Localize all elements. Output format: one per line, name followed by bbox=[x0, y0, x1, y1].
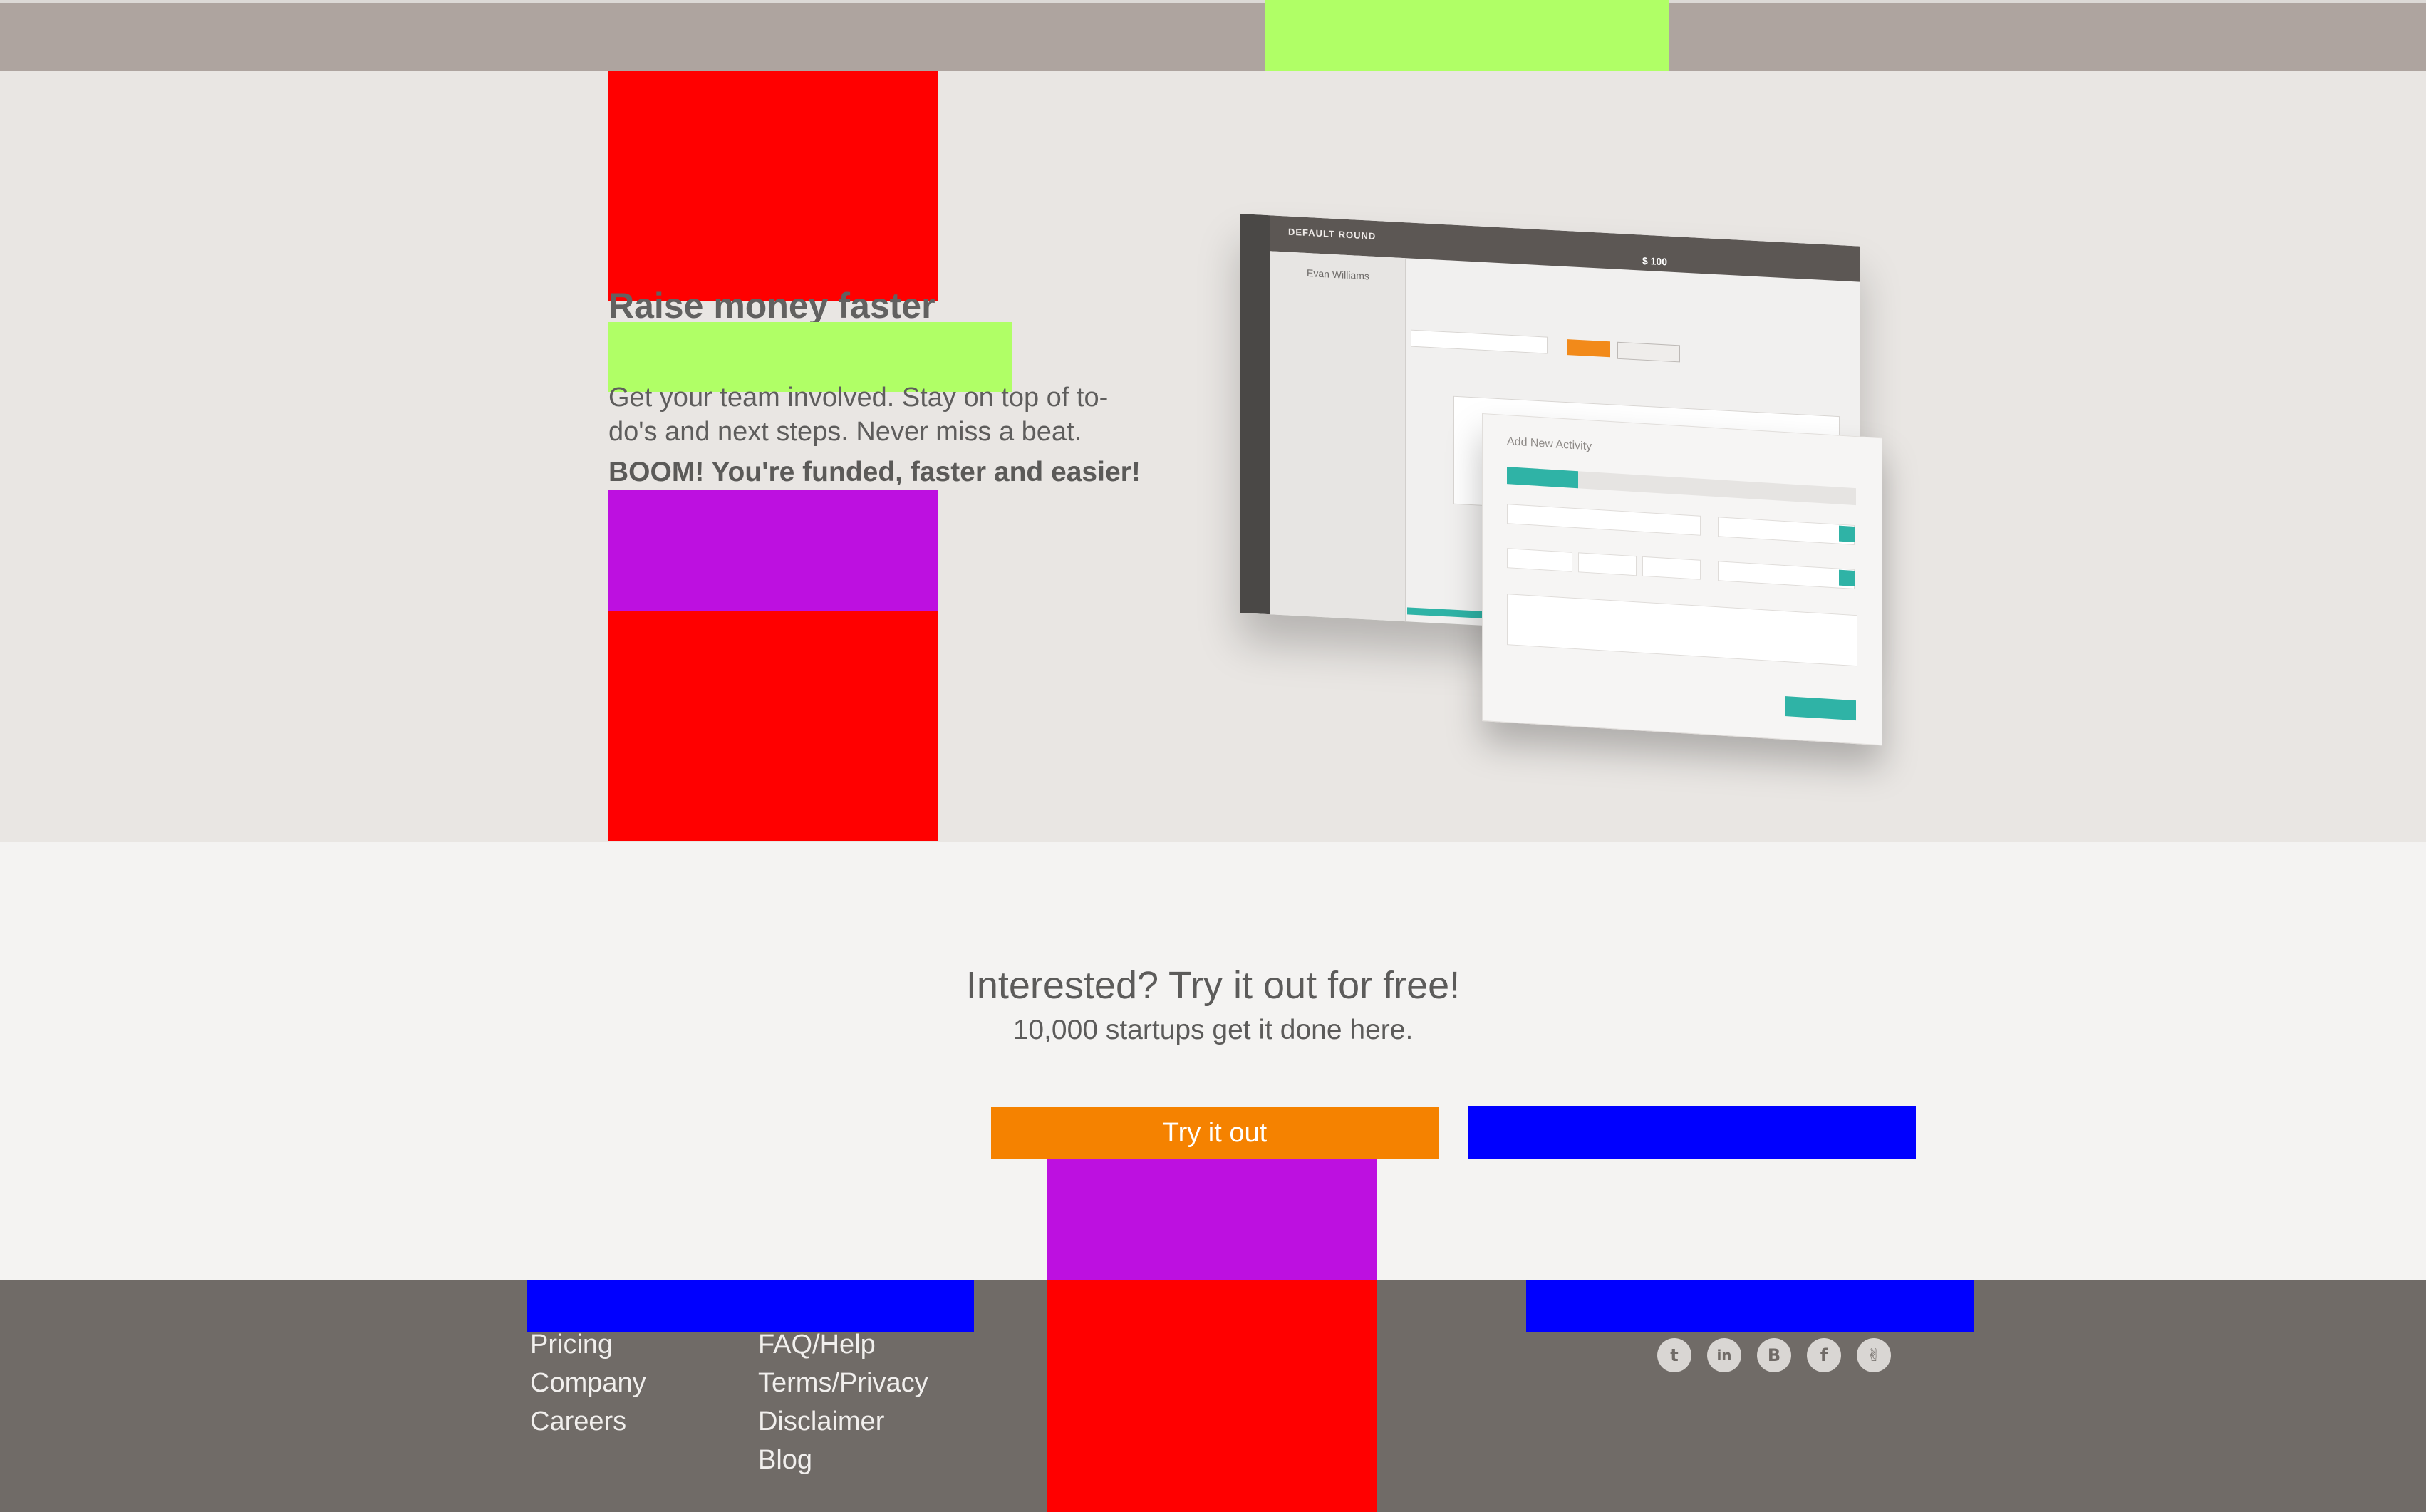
dialog-tab-email bbox=[1507, 467, 1578, 489]
investor-input-mock bbox=[1718, 517, 1855, 545]
footer-column-heading-placeholder bbox=[527, 1280, 974, 1332]
twitter-icon[interactable]: t bbox=[1657, 1338, 1691, 1372]
hero-image-placeholder bbox=[608, 611, 938, 841]
footer-link-terms-privacy[interactable]: Terms/Privacy bbox=[758, 1368, 928, 1399]
try-it-out-button[interactable]: Try it out bbox=[991, 1107, 1439, 1159]
teal-strip bbox=[1407, 607, 1493, 619]
footer-link-pricing[interactable]: Pricing bbox=[530, 1330, 613, 1360]
assignee-input-mock bbox=[1718, 561, 1855, 589]
contact-name: Evan Williams bbox=[1307, 266, 1369, 282]
round-label: DEFAULT ROUND bbox=[1288, 226, 1377, 242]
cta-subtitle: 10,000 startups get it done here. bbox=[1012, 1015, 1414, 1045]
duration-input-mock bbox=[1642, 556, 1701, 580]
delete-button-mock bbox=[1617, 341, 1680, 363]
save-button-mock bbox=[1567, 339, 1610, 358]
cta-secondary-button-placeholder[interactable] bbox=[1468, 1106, 1916, 1159]
hero-tagline: BOOM! You're funded, faster and easier! bbox=[608, 457, 1141, 487]
add-activity-dialog: Add New Activity bbox=[1482, 413, 1882, 746]
cta-media-placeholder bbox=[1047, 1159, 1377, 1280]
amount-label: $ 100 bbox=[1642, 254, 1667, 268]
notes-area-mock bbox=[1507, 594, 1857, 667]
add-activity-button-mock bbox=[1785, 695, 1856, 721]
footer-link-blog[interactable]: Blog bbox=[758, 1445, 812, 1476]
nav-placeholder-block bbox=[1265, 0, 1669, 71]
assignee-select-icon bbox=[1839, 569, 1855, 586]
status-select bbox=[1411, 329, 1548, 354]
app-sidebar bbox=[1240, 214, 1270, 615]
subject-input-mock bbox=[1507, 504, 1701, 536]
footer-social-heading-placeholder bbox=[1526, 1280, 1974, 1332]
contact-panel: Evan Williams bbox=[1270, 251, 1406, 622]
footer-link-careers[interactable]: Careers bbox=[530, 1407, 626, 1437]
dialog-title: Add New Activity bbox=[1507, 435, 1592, 453]
angellist-icon[interactable]: ✌ bbox=[1857, 1338, 1891, 1372]
hero-media-placeholder bbox=[608, 490, 938, 611]
hero-lead-text: Get your team involved. Stay on top of t… bbox=[608, 383, 1109, 447]
date-input-mock bbox=[1507, 548, 1572, 572]
footer-logo-placeholder bbox=[1047, 1280, 1377, 1512]
top-bar bbox=[0, 0, 2426, 71]
hero-section bbox=[0, 71, 2426, 842]
hero-headline: Raise money faster bbox=[608, 286, 935, 326]
hero-icon-placeholder bbox=[608, 71, 938, 301]
investor-select-icon bbox=[1839, 525, 1855, 542]
time-input-mock bbox=[1578, 552, 1637, 576]
facebook-icon[interactable]: f bbox=[1807, 1338, 1841, 1372]
cta-title: Interested? Try it out for free! bbox=[965, 964, 1461, 1007]
footer-link-faq-help[interactable]: FAQ/Help bbox=[758, 1330, 876, 1360]
blogger-icon[interactable]: B bbox=[1757, 1338, 1791, 1372]
footer-link-company[interactable]: Company bbox=[530, 1368, 646, 1399]
footer-link-disclaimer[interactable]: Disclaimer bbox=[758, 1407, 884, 1437]
linkedin-icon[interactable]: in bbox=[1707, 1338, 1741, 1372]
